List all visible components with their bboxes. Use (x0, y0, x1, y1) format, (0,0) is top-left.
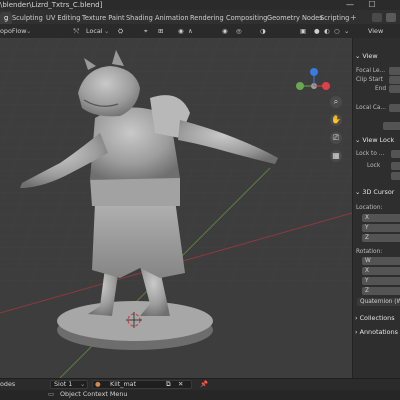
snap-target-icon[interactable]: ⊞ (158, 26, 163, 36)
cursor-rotation-y-field[interactable]: Y (362, 277, 400, 285)
cursor-rotation-x-field[interactable]: X (362, 267, 400, 275)
orientation-dropdown[interactable]: Local (86, 26, 103, 36)
context-menu-hint: Object Context Menu (60, 390, 128, 398)
cursor-location-y-field[interactable]: Y (362, 224, 400, 232)
viewport-header: opoFlow ⌄ ⤲ Local ⌄ ⛭ ⌖ ⊞ ◉ ∧ ◉ ◎ ◑ ▣ ● … (0, 24, 400, 39)
clip-end-field[interactable] (389, 85, 400, 93)
lock-to-cursor-checkbox[interactable] (391, 162, 400, 170)
clip-start-field[interactable] (389, 76, 400, 84)
3d-cursor-header[interactable]: ⌄ 3D Cursor (355, 188, 394, 197)
view-lock-header[interactable]: ⌄ View Lock (355, 136, 394, 145)
file-path: \blender\Lizrd_Txtrs_C.blend] (0, 1, 103, 9)
mode-dropdown[interactable]: opoFlow (0, 26, 26, 36)
viewport-canvas[interactable] (0, 38, 352, 378)
focal-length-field[interactable] (389, 67, 400, 75)
visibility-icon[interactable]: ◉ (222, 26, 228, 36)
lock-label: Lock (367, 163, 381, 169)
rotation-mode-dropdown[interactable]: Quaternion (WX (357, 298, 400, 306)
lock-camera-checkbox[interactable] (391, 172, 400, 180)
pivot-icon[interactable]: ⛭ (118, 26, 123, 36)
snap-icon[interactable]: ⌖ (144, 26, 148, 36)
viewport-gizmo-icon[interactable]: ◎ (236, 26, 242, 36)
material-name-field[interactable]: Kilt_mat (110, 380, 136, 389)
focal-length-label: Focal Le... (356, 68, 386, 74)
cursor-rotation-w-field[interactable]: W (362, 257, 400, 265)
clip-end-label: End (375, 86, 387, 92)
view-panel-header[interactable]: ⌄ View (355, 52, 378, 61)
material-shading-icon[interactable]: ◐ (324, 26, 330, 36)
scene-selector-icon[interactable] (372, 13, 382, 22)
orientation-icon[interactable]: ⤲ (74, 26, 79, 36)
location-label: Location: (356, 205, 383, 211)
render-region-checkbox[interactable] (383, 122, 400, 130)
status-bar: ▭ Object Context Menu (0, 390, 400, 400)
orientation-chevron-icon[interactable]: ⌄ (104, 26, 109, 36)
local-camera-label: Local Ca... (356, 105, 386, 111)
solid-shading-icon[interactable]: ● (314, 26, 320, 36)
tab-sculpting[interactable]: Sculpting (8, 12, 47, 24)
workspace-tabs: g Sculpting UV Editing Texture Paint Sha… (0, 10, 400, 24)
rendered-shading-icon[interactable]: ○ (334, 26, 340, 36)
camera-view-icon[interactable]: ⎚ (330, 132, 342, 144)
falloff-icon[interactable]: ∧ (188, 26, 193, 36)
pedestal-top (57, 301, 213, 341)
maximize-button[interactable]: ☐ (362, 0, 382, 10)
shading-options-icon[interactable]: ⌄ (344, 26, 349, 36)
view-menu[interactable]: View (368, 26, 383, 36)
proportional-edit-icon[interactable]: ◉ (178, 26, 184, 36)
cursor-location-x-field[interactable]: X (362, 214, 400, 222)
material-icon[interactable]: ● (95, 380, 101, 389)
xray-icon[interactable]: ▣ (300, 26, 306, 36)
add-workspace-button[interactable]: + (350, 12, 357, 24)
annotations-header[interactable]: › Annotations (355, 328, 398, 337)
slot-dropdown[interactable]: Slot 1 (54, 380, 72, 389)
clip-start-label: Clip Start (356, 77, 383, 83)
mode-chevron-icon[interactable]: ⌄ (26, 26, 31, 36)
cursor-rotation-z-field[interactable]: Z (362, 287, 400, 295)
sidebar-n-panel: ⌄ View Focal Le... Clip Start End Local … (352, 38, 400, 378)
lock-to-object-label: Lock to ... (356, 151, 385, 157)
delete-material-icon[interactable]: ✕ (178, 380, 183, 389)
node-editor-label: odes (0, 380, 16, 388)
mouse-right-icon: ▭ (48, 390, 55, 398)
pin-icon[interactable]: 📌 (200, 380, 208, 389)
rotation-label: Rotation: (356, 249, 383, 255)
overlay-icon[interactable]: ◑ (260, 26, 266, 36)
local-camera-field[interactable] (389, 104, 400, 112)
zoom-icon[interactable]: ⌕ (330, 96, 342, 108)
cursor-location-z-field[interactable]: Z (362, 234, 400, 242)
tab-scripting[interactable]: Scripting (316, 12, 353, 24)
material-selector-bg[interactable] (92, 380, 192, 389)
slot-chevron-icon[interactable]: ⌄ (80, 380, 85, 389)
perspective-toggle-icon[interactable]: ▦ (330, 150, 342, 162)
copy-material-icon[interactable]: ⧉ (166, 380, 171, 389)
3d-viewport[interactable]: ⌕ ✋ ⎚ ▦ (0, 38, 352, 378)
lock-to-object-field[interactable] (391, 150, 400, 158)
collections-header[interactable]: › Collections (355, 314, 395, 323)
window-titlebar: \blender\Lizrd_Txtrs_C.blend] — ☐ (0, 0, 400, 10)
pan-hand-icon[interactable]: ✋ (330, 114, 342, 126)
scene-extra-icon[interactable] (386, 13, 396, 22)
tab-texture-paint[interactable]: Texture Paint (78, 12, 129, 24)
minimize-button[interactable]: — (340, 0, 360, 10)
